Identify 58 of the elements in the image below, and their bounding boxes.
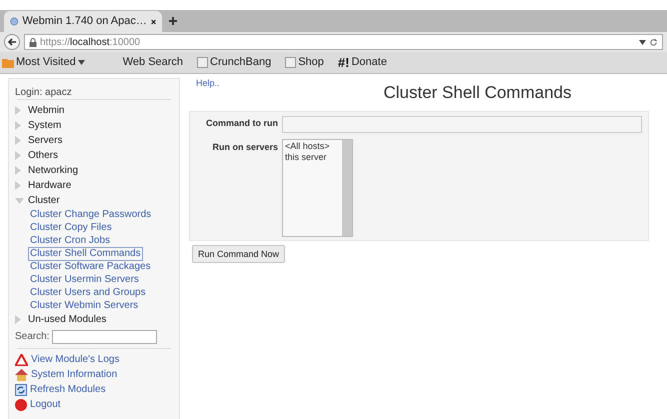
sidebar-link[interactable]: Refresh Modules xyxy=(15,382,173,397)
module-link[interactable]: Cluster Webmin Servers xyxy=(28,298,140,312)
server-option[interactable]: this server xyxy=(283,152,342,162)
house-icon xyxy=(15,368,28,380)
bookmark-link[interactable]: Most Visited xyxy=(2,54,85,71)
category-item[interactable]: Un-used Modules xyxy=(15,312,173,327)
page-icon xyxy=(197,57,208,68)
new-tab-icon[interactable] xyxy=(168,16,178,26)
category-item[interactable]: Networking xyxy=(15,163,173,178)
dropdown-icon xyxy=(78,60,85,65)
module-link[interactable]: Cluster Change Passwords xyxy=(28,208,154,222)
sidebar-link[interactable]: Logout xyxy=(15,397,173,412)
warning-icon xyxy=(15,354,28,366)
module-link[interactable]: Cluster Cron Jobs xyxy=(28,234,112,248)
module-link[interactable]: Cluster Shell Commands xyxy=(28,246,143,260)
dropdown-icon[interactable] xyxy=(639,40,646,44)
sidebar-link[interactable]: View Module's Logs xyxy=(15,352,173,367)
refresh-icon xyxy=(15,384,27,396)
category-item[interactable]: Webmin xyxy=(15,103,173,118)
module-link[interactable]: Cluster Copy Files xyxy=(28,220,114,234)
login-label: Login: apacz xyxy=(15,86,73,99)
folder-icon xyxy=(2,58,14,68)
hashbang-icon: #! xyxy=(338,52,350,72)
close-icon[interactable] xyxy=(150,18,156,26)
lock-icon xyxy=(29,38,37,46)
help-link[interactable]: Help.. xyxy=(186,77,306,90)
category-item[interactable]: System xyxy=(15,118,173,133)
search-field[interactable] xyxy=(52,330,158,344)
tab-title: Webmin 1.740 on Apac… xyxy=(22,14,147,30)
search-label: Search: xyxy=(15,330,50,344)
category-item[interactable]: Others xyxy=(15,148,173,163)
reload-icon[interactable] xyxy=(649,38,658,46)
category-item[interactable]: Servers xyxy=(15,133,173,148)
browser-tab[interactable]: Webmin 1.740 on Apac… xyxy=(4,11,162,32)
page-title: Cluster Shell Commands xyxy=(382,82,572,104)
bookmark-link[interactable]: #!Donate xyxy=(338,52,387,72)
back-icon[interactable] xyxy=(4,34,20,50)
category-item[interactable]: Cluster xyxy=(15,193,173,208)
server-option[interactable]: <All hosts> xyxy=(283,140,342,152)
bookmark-link[interactable]: CrunchBang xyxy=(197,54,272,71)
run-command-button[interactable]: Run Command Now xyxy=(192,245,286,264)
field-label: Command to run xyxy=(205,117,278,130)
scrollbar[interactable] xyxy=(342,140,352,236)
expanded-arrow-icon xyxy=(15,198,24,204)
server-listbox[interactable]: <All hosts> this server xyxy=(282,138,353,236)
page-icon xyxy=(285,57,296,68)
category-item[interactable]: Hardware xyxy=(15,178,173,193)
field-label: Run on servers xyxy=(211,140,278,154)
module-link[interactable]: Cluster Software Packages xyxy=(28,260,153,274)
sidebar-link[interactable]: System Information xyxy=(15,367,173,382)
command-input[interactable] xyxy=(282,116,642,132)
module-link[interactable]: Cluster Usermin Servers xyxy=(28,272,141,286)
bookmark-link[interactable]: Shop xyxy=(285,54,324,71)
bookmark-link[interactable]: Web Search xyxy=(122,54,184,71)
collapsed-arrow-icon xyxy=(15,315,21,324)
url-text: https://localhost:10000 xyxy=(40,36,142,50)
module-link[interactable]: Cluster Users and Groups xyxy=(28,286,148,300)
address-bar[interactable]: https://localhost:10000 xyxy=(24,34,663,50)
